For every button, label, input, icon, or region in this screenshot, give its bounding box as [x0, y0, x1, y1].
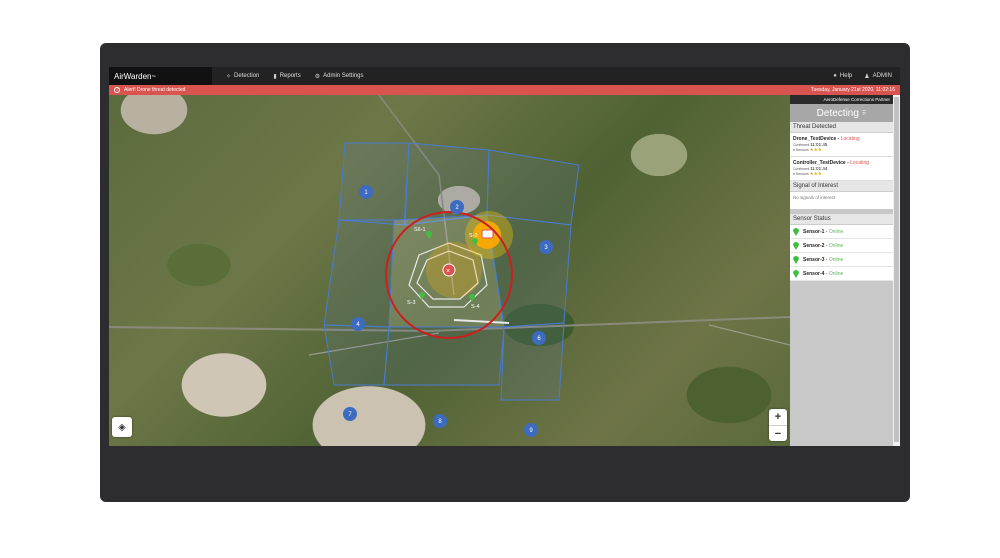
user-label: ADMIN — [872, 73, 892, 79]
sensor-row-2[interactable]: Sensor-2 - Online — [790, 239, 893, 253]
drone-marker-icon[interactable] — [481, 229, 494, 239]
side-panel: AeroDefense Corrections Partner Detectin… — [790, 95, 893, 446]
sensor-name: Sensor-2 — [803, 242, 825, 249]
map-pin-icon — [793, 241, 799, 250]
spinner-icon: ⠿ — [861, 110, 867, 117]
brand-logo[interactable]: AirWarden ™ — [109, 67, 212, 85]
alert-message: Alert! Drone threat detected — [124, 87, 186, 93]
crosshair-icon: ✧ — [226, 73, 232, 80]
threat-item[interactable]: Controller_TestDevice - Locating Confirm… — [790, 157, 893, 181]
zone-marker-9[interactable]: 9 — [524, 423, 538, 437]
nav-right: ● Help ♟ ADMIN — [833, 73, 900, 80]
svg-text:×: × — [446, 268, 450, 275]
sensor-row-4[interactable]: Sensor-4 - Online — [790, 267, 893, 281]
threat-header: Threat Detected — [790, 122, 893, 133]
nav-reports[interactable]: ▮ Reports — [273, 73, 300, 80]
brand-name: AirWarden — [114, 71, 152, 81]
nav-reports-label: Reports — [279, 73, 301, 79]
satellite-map[interactable]: × 1 2 3 4 6 7 8 9 S6-1 S-2 S-3 S-4 ◈ + − — [109, 95, 790, 446]
svg-text:S-4: S-4 — [471, 304, 480, 310]
brand-trademark: ™ — [151, 73, 156, 79]
alert-bar: ! Alert! Drone threat detected Tuesday, … — [109, 85, 900, 95]
sensor-status: Online — [828, 256, 844, 263]
nav-admin-settings-label: Admin Settings — [323, 73, 364, 79]
gears-icon: ⚙ — [314, 73, 321, 80]
soi-empty: No signals of interest — [790, 192, 893, 209]
svg-text:S-2: S-2 — [469, 233, 478, 239]
svg-text:S6-1: S6-1 — [414, 227, 426, 233]
app-window: AirWarden ™ ✧ Detection ▮ Reports ⚙ Admin… — [109, 67, 900, 446]
layers-icon: ◈ — [118, 421, 126, 433]
sensor-name: Sensor-1 — [803, 228, 825, 235]
threat-status: Locating — [840, 136, 860, 142]
help-link[interactable]: ● Help — [833, 73, 852, 80]
user-icon: ♟ — [864, 73, 870, 80]
sensor-status: Online — [828, 270, 844, 277]
user-menu[interactable]: ♟ ADMIN — [864, 73, 892, 80]
zone-marker-2[interactable]: 2 — [450, 200, 464, 214]
map-pin-icon — [793, 269, 799, 278]
alert-datetime: Tuesday, January 21st 2020, 11:02:16 — [810, 87, 895, 93]
nav-detection-label: Detection — [234, 73, 260, 79]
map-pin-icon — [793, 255, 799, 264]
zone-marker-8[interactable]: 8 — [433, 414, 447, 428]
bar-chart-icon: ▮ — [273, 73, 277, 80]
navbar: AirWarden ™ ✧ Detection ▮ Reports ⚙ Admin… — [109, 67, 900, 85]
detecting-status: Detecting ⠿ — [790, 104, 893, 122]
threat-status: Locating — [850, 160, 870, 166]
threat-item[interactable]: Drone_TestDevice - Locating Confirmed 11… — [790, 133, 893, 157]
help-label: Help — [839, 73, 853, 79]
zoom-control: + − — [769, 409, 787, 441]
signal-stars-icon: ★★★ — [809, 147, 822, 152]
zone-marker-7[interactable]: 7 — [343, 407, 357, 421]
zone-marker-1[interactable]: 1 — [359, 185, 373, 199]
svg-text:S-3: S-3 — [407, 300, 416, 306]
partner-label: AeroDefense Corrections Partner — [790, 95, 893, 104]
question-icon: ● — [833, 73, 837, 79]
scrollbar-thumb[interactable] — [894, 97, 899, 442]
sensor-status-header: Sensor Status — [790, 214, 893, 225]
sensor-name: Sensor-3 — [803, 256, 825, 263]
sensor-status: Online — [828, 242, 844, 249]
map-pin-icon — [793, 227, 799, 236]
road — [708, 324, 790, 346]
alert-icon: ! — [114, 87, 120, 93]
layers-button[interactable]: ◈ — [112, 417, 132, 437]
sensor-row-3[interactable]: Sensor-3 - Online — [790, 253, 893, 267]
zone-marker-3[interactable]: 3 — [539, 240, 553, 254]
panel-scrollbar[interactable] — [893, 95, 900, 446]
nav-admin-settings[interactable]: ⚙ Admin Settings — [315, 73, 364, 80]
zoom-out-button[interactable]: − — [769, 425, 787, 441]
sensor-name: Sensor-4 — [803, 270, 825, 277]
sensors-label: # Sensors — [793, 148, 809, 152]
nav-detection[interactable]: ✧ Detection — [226, 73, 259, 80]
signal-stars-icon: ★★★ — [809, 171, 822, 176]
zoom-in-button[interactable]: + — [769, 409, 787, 425]
sensor-status: Online — [828, 228, 844, 235]
sensor-row-1[interactable]: Sensor-1 - Online — [790, 225, 893, 239]
detecting-label: Detecting — [816, 107, 859, 119]
sensors-label: # Sensors — [793, 172, 809, 176]
zone-marker-6[interactable]: 6 — [532, 331, 546, 345]
map-overlay: × 1 2 3 4 6 7 8 9 S6-1 S-2 S-3 S-4 — [109, 95, 790, 437]
zone-marker-4[interactable]: 4 — [351, 317, 365, 331]
soi-header: Signal of Interest — [790, 181, 893, 192]
